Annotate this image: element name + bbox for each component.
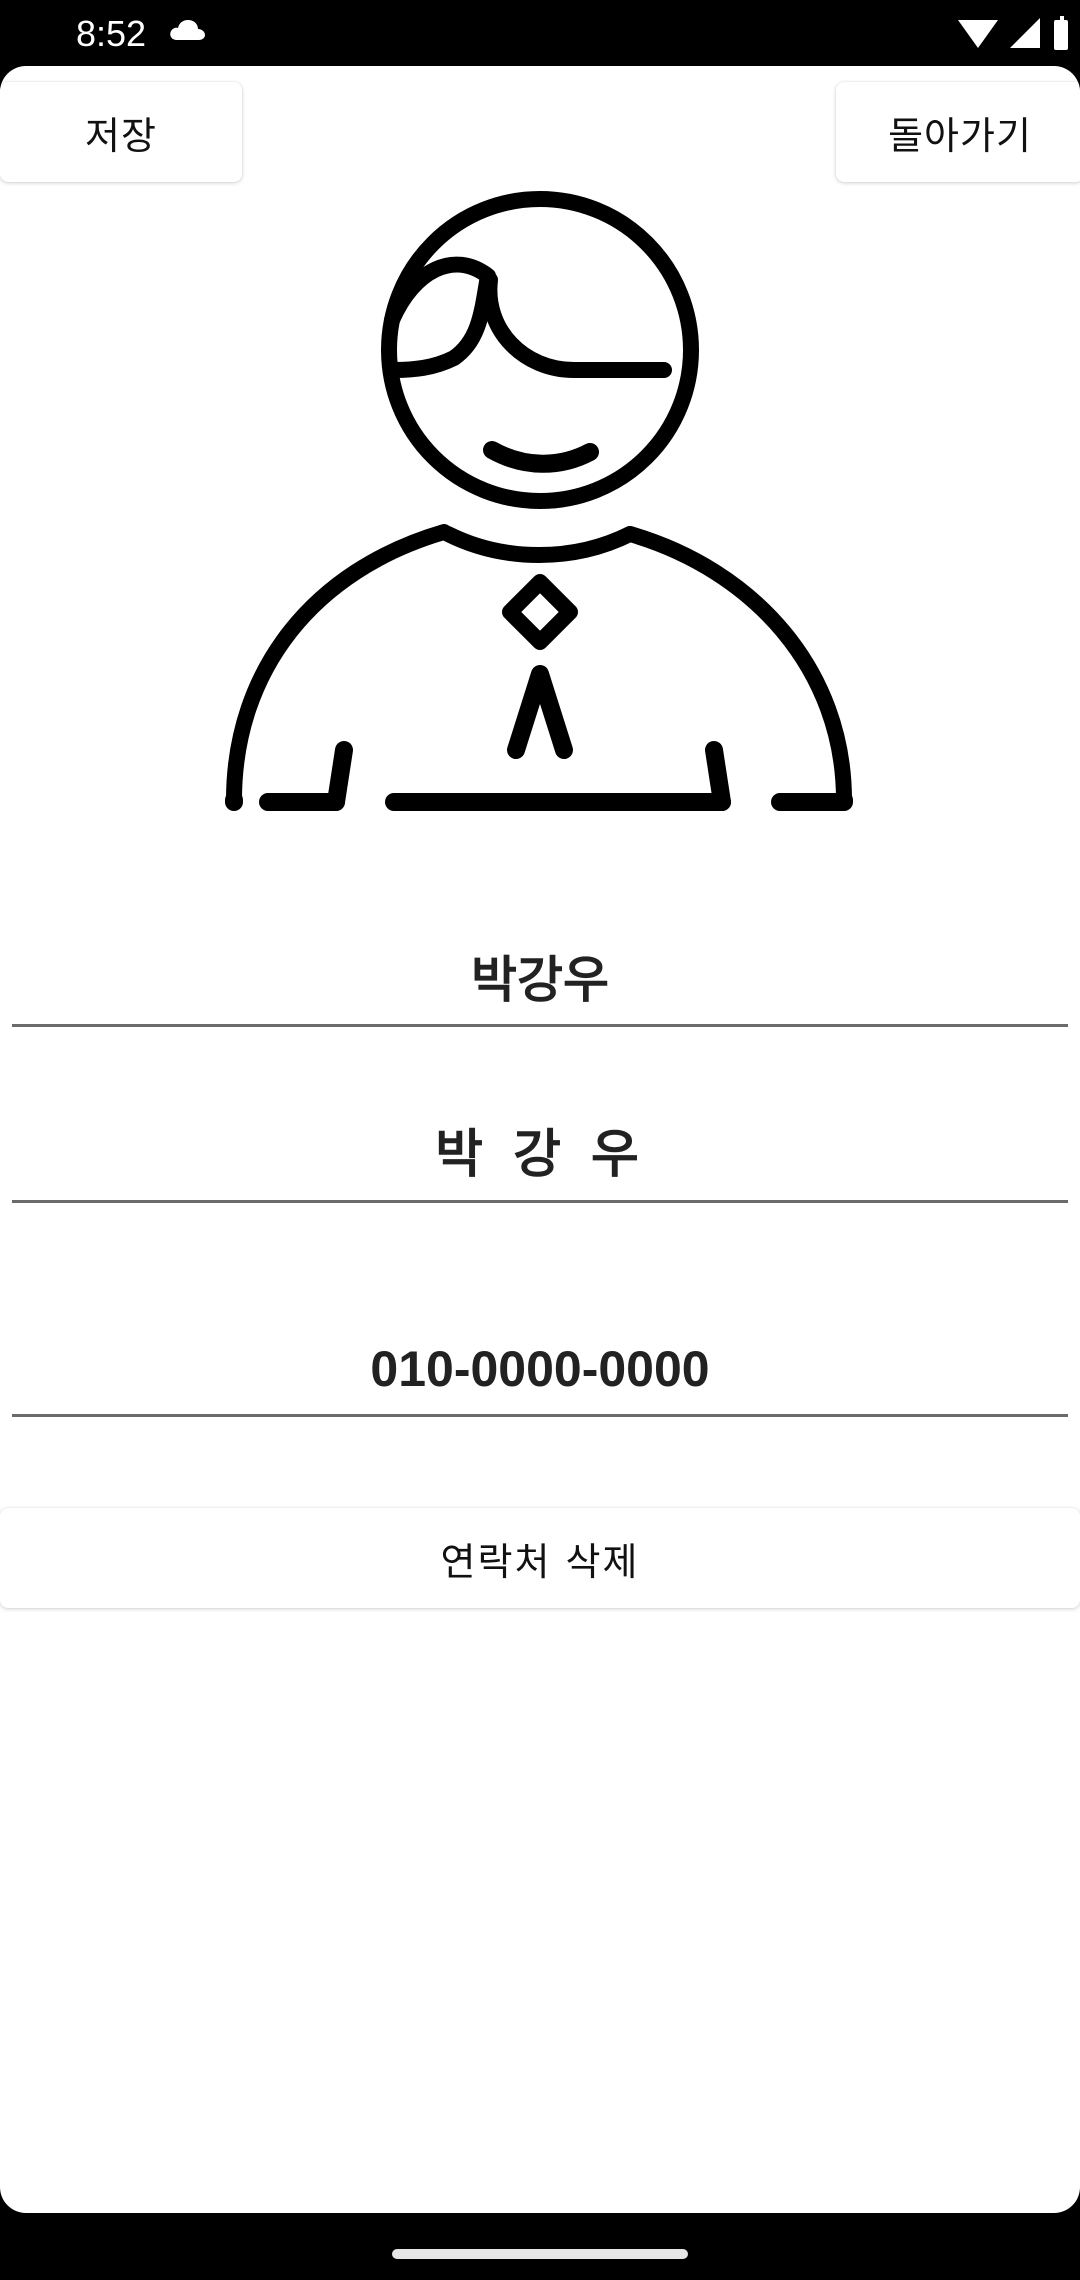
battery-icon [1054, 16, 1068, 50]
phone-field[interactable]: 010-0000-0000 [12, 1324, 1068, 1417]
navigation-bar [0, 2213, 1080, 2280]
name-field[interactable]: 박강우 [12, 936, 1068, 1027]
signal-icon [1010, 18, 1040, 48]
status-time: 8:52 [76, 13, 147, 54]
save-button[interactable]: 저장 [0, 82, 242, 182]
back-button[interactable]: 돌아가기 [836, 82, 1080, 182]
home-gesture-handle[interactable] [392, 2249, 688, 2259]
cloud-icon [168, 18, 206, 46]
wifi-icon [958, 20, 998, 48]
person-avatar-icon [224, 190, 854, 820]
delete-contact-button[interactable]: 연락처 삭제 [0, 1508, 1080, 1608]
name-spaced-field[interactable]: 박 강 우 [12, 1110, 1068, 1203]
status-icons [880, 14, 1080, 54]
contact-detail-screen: 저장 돌아가기 박강우 박 강 우 010-0000-0000 연락처 삭제 [0, 66, 1080, 2213]
status-bar: 8:52 [0, 0, 1080, 66]
